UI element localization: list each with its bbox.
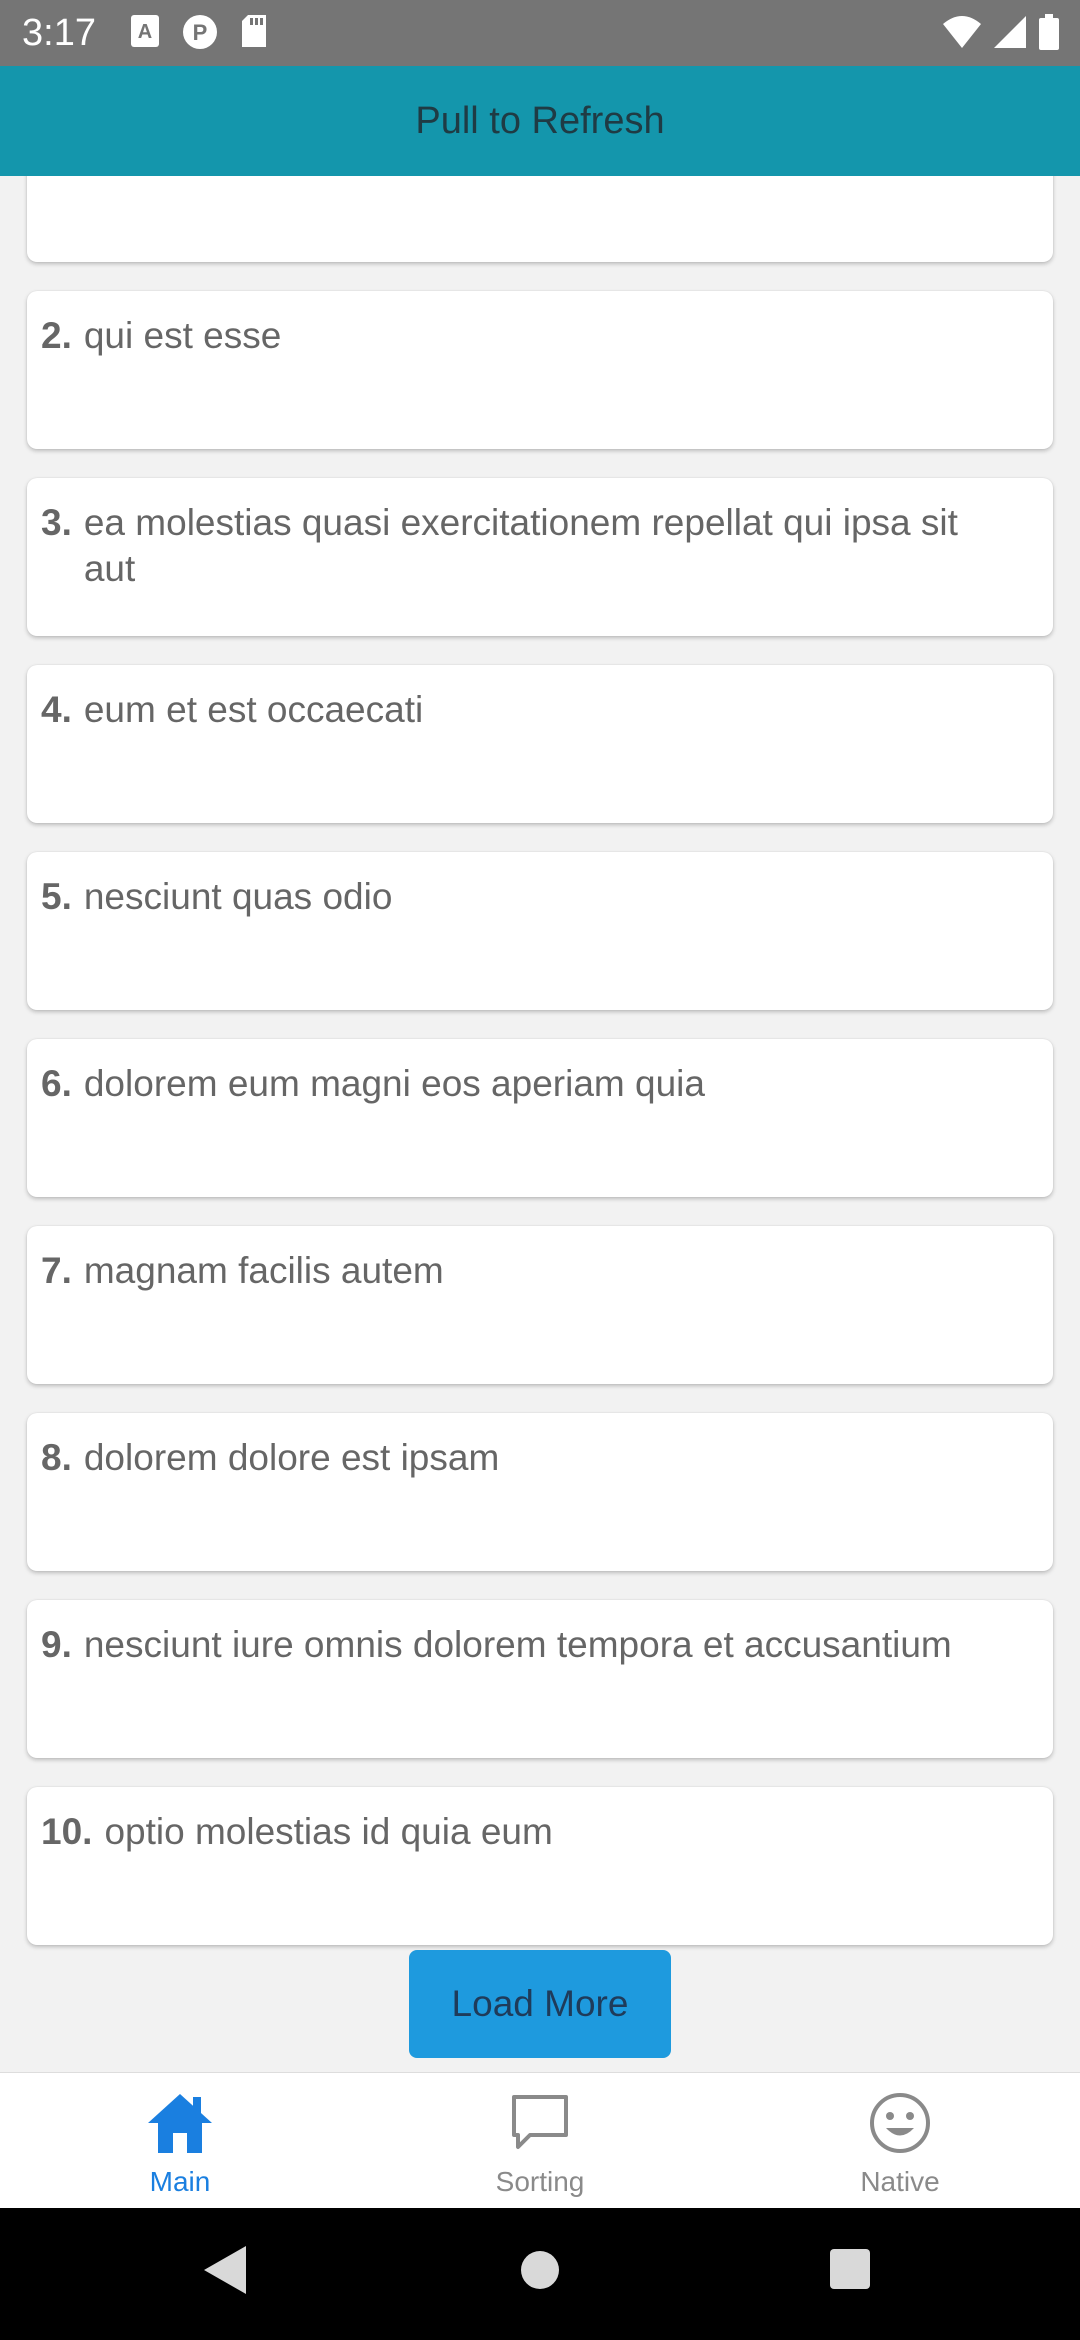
tab-label: Native <box>860 2166 940 2197</box>
list-item[interactable]: 5. nesciunt quas odio <box>27 852 1053 1010</box>
list-item[interactable]: 10. optio molestias id quia eum <box>27 1787 1053 1945</box>
item-title: magnam facilis autem <box>83 1250 444 1291</box>
sd-card-icon <box>240 14 268 50</box>
page-title: Pull to Refresh <box>415 99 665 142</box>
tab-label: Main <box>149 2166 211 2197</box>
list-item[interactable]: 4. eum et est occaecati <box>27 665 1053 823</box>
list-item[interactable]: 2. qui est esse <box>27 291 1053 449</box>
load-more-button[interactable]: Load More <box>409 1950 671 2058</box>
bottom-tab-bar: Main Sorting Native <box>0 2072 1080 2209</box>
list-item[interactable]: 9. nesciunt iure omnis dolorem tempora e… <box>27 1600 1053 1758</box>
status-time: 3:17 <box>22 12 96 54</box>
item-title: nesciunt quas odio <box>83 876 393 917</box>
item-number: 5. <box>41 876 72 917</box>
item-number: 9. <box>41 1624 72 1665</box>
item-title: qui est esse <box>83 315 282 356</box>
wifi-icon <box>942 14 982 50</box>
item-number: 3. <box>41 502 72 543</box>
list-item[interactable]: 6. dolorem eum magni eos aperiam quia <box>27 1039 1053 1197</box>
home-button-icon[interactable] <box>520 2244 560 2301</box>
item-number: 10. <box>41 1811 93 1852</box>
item-title: nesciunt iure omnis dolorem tempora et a… <box>83 1624 952 1665</box>
app-bar: Pull to Refresh <box>0 66 1080 176</box>
tab-label: Sorting <box>495 2166 585 2197</box>
status-right-icons <box>942 14 1060 50</box>
tab-native[interactable]: Native <box>720 2073 1080 2209</box>
status-left-icons: A P <box>130 14 268 50</box>
item-title: dolorem dolore est ipsam <box>83 1437 500 1478</box>
item-number: 7. <box>41 1250 72 1291</box>
recents-icon[interactable] <box>828 2244 872 2301</box>
list-item[interactable]: 8. dolorem dolore est ipsam <box>27 1413 1053 1571</box>
item-title: optio molestias id quia eum <box>104 1811 553 1852</box>
svg-text:P: P <box>193 20 208 45</box>
item-title: ea molestias quasi exercitationem repell… <box>83 502 958 589</box>
item-number: 8. <box>41 1437 72 1478</box>
battery-icon <box>1038 14 1060 50</box>
item-title: eum et est occaecati <box>83 689 424 730</box>
list-item[interactable]: 3. ea molestias quasi exercitationem rep… <box>27 478 1053 636</box>
tab-main[interactable]: Main <box>0 2073 360 2209</box>
item-title: dolorem eum magni eos aperiam quia <box>83 1063 705 1104</box>
list-item[interactable]: 1. <box>27 176 1053 262</box>
cell-signal-icon <box>992 14 1028 50</box>
item-number: 2. <box>41 315 72 356</box>
a-icon: A <box>130 14 160 50</box>
back-icon[interactable] <box>202 2244 248 2301</box>
svg-text:A: A <box>138 21 152 43</box>
post-list[interactable]: 1. 2. qui est esse 3. ea molestias quasi… <box>0 176 1080 2072</box>
home-icon <box>146 2091 214 2160</box>
load-more-container: Load More <box>0 1950 1080 2058</box>
chat-bubble-icon <box>508 2091 572 2160</box>
list-item[interactable]: 7. magnam facilis autem <box>27 1226 1053 1384</box>
smiley-icon <box>868 2091 932 2160</box>
post-list-content: 1. 2. qui est esse 3. ea molestias quasi… <box>0 176 1080 1974</box>
p-icon: P <box>182 14 218 50</box>
item-number: 4. <box>41 689 72 730</box>
system-nav-bar <box>0 2208 1080 2340</box>
tab-sorting[interactable]: Sorting <box>360 2073 720 2209</box>
item-number: 6. <box>41 1063 72 1104</box>
status-bar: 3:17 A P <box>0 0 1080 66</box>
